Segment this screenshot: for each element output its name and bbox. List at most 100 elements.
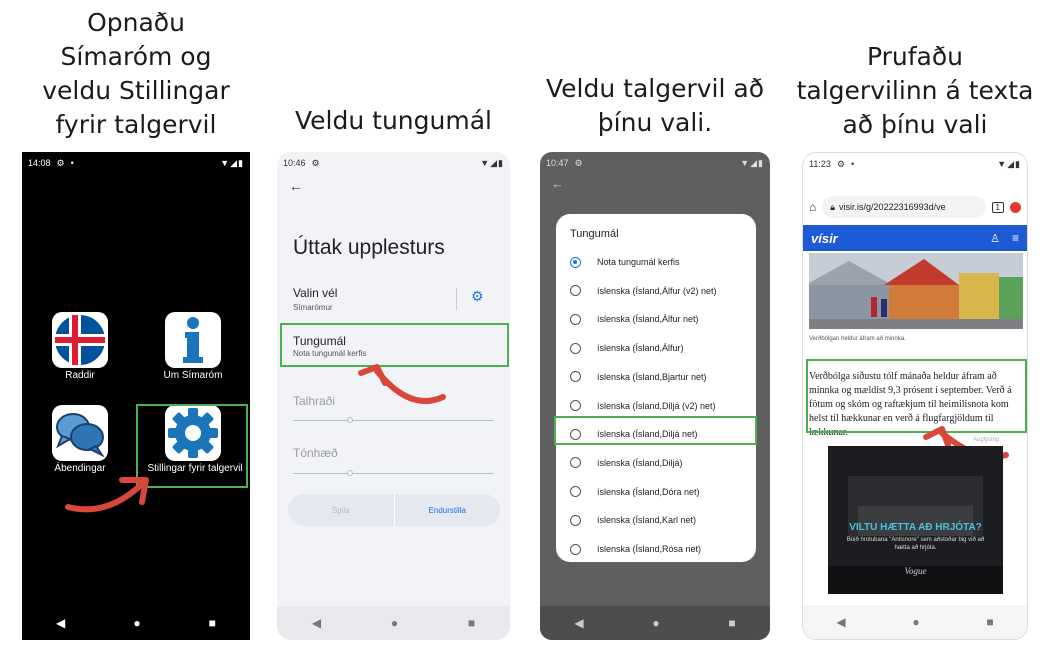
back-arrow-icon[interactable]: ←: [551, 176, 564, 191]
language-option[interactable]: íslenska (Ísland,Karl net): [570, 506, 750, 534]
menu-icon[interactable]: [1010, 201, 1021, 213]
language-option[interactable]: íslenska (Ísland,Dóra net): [570, 478, 750, 506]
dot-icon: •: [70, 158, 74, 168]
dialog-title: Tungumál: [570, 228, 619, 240]
status-bar: 14:08 ⚙ • ▼◢▮: [22, 152, 250, 174]
site-header: vísir ♙ ≡: [803, 225, 1027, 251]
iceland-flag-icon: [55, 315, 105, 365]
recents-icon[interactable]: ■: [986, 615, 993, 629]
dot-icon: •: [850, 159, 855, 169]
reset-button[interactable]: Endurstilla: [395, 494, 501, 526]
radio-button[interactable]: [570, 256, 581, 268]
caption-line: Veldu talgervil að: [546, 74, 764, 103]
home-icon[interactable]: ●: [391, 616, 398, 630]
page-title: Úttak upplesturs: [293, 236, 445, 259]
pitch-slider[interactable]: [293, 470, 494, 476]
language-option-label: íslenska (Ísland,Bjartur net): [597, 371, 707, 382]
back-icon[interactable]: ◀: [56, 616, 65, 630]
radio-button[interactable]: [570, 342, 581, 354]
engine-label[interactable]: Valin vél: [293, 286, 337, 300]
language-option-label: íslenska (Ísland,Dóra net): [597, 486, 700, 497]
status-time: 11:23: [809, 159, 831, 169]
radio-button[interactable]: [570, 543, 581, 555]
language-option[interactable]: íslenska (Ísland,Álfur net): [570, 305, 750, 333]
radio-button[interactable]: [570, 486, 581, 498]
language-option[interactable]: íslenska (Ísland,Bjartur net): [570, 363, 750, 391]
url-bar[interactable]: 🔒︎ visir.is/g/20222316993d/ve: [822, 196, 986, 218]
language-option[interactable]: íslenska (Ísland,Álfur): [570, 334, 750, 362]
language-option[interactable]: íslenska (Ísland,Diljá): [570, 449, 750, 477]
language-option[interactable]: Nota tungumál kerfis: [570, 248, 750, 276]
nav-bar: ◀ ● ■: [22, 606, 250, 640]
gear-icon: ⚙: [311, 157, 320, 168]
home-icon[interactable]: ●: [133, 616, 140, 630]
highlight-box: [554, 416, 757, 445]
status-time: 10:46: [283, 158, 306, 168]
language-option-label: Nota tungumál kerfis: [597, 257, 680, 267]
ad-brand: Vogue: [904, 566, 927, 576]
gear-icon: ⚙: [836, 158, 845, 169]
caption-step4: Prufaðu talgervilinn á texta að þínu val…: [790, 40, 1040, 142]
caption-line: Opnaðu: [87, 8, 185, 37]
caption-line: Prufaðu: [866, 42, 964, 71]
language-option-label: íslenska (Ísland,Karl net): [597, 515, 697, 526]
info-icon: [183, 317, 203, 363]
caption-line: að þínu vali: [842, 110, 988, 139]
signal-battery-icon: ▼◢▮: [740, 157, 764, 168]
back-icon[interactable]: ◀: [574, 616, 583, 630]
nav-bar: ◀ ● ■: [803, 605, 1027, 639]
radio-button[interactable]: [570, 371, 581, 383]
phone-screen-browser: 11:23 ⚙ • ▼◢▮ ⌂ 🔒︎ visir.is/g/2022231699…: [802, 152, 1028, 640]
pitch-label: Tónhæð: [293, 446, 338, 460]
recents-icon[interactable]: ■: [728, 616, 735, 630]
speed-slider[interactable]: [293, 417, 494, 423]
back-icon[interactable]: ◀: [836, 615, 845, 629]
recents-icon[interactable]: ■: [468, 616, 475, 630]
arrow-pointer: [358, 364, 446, 404]
phone-screen-home: 14:08 ⚙ • ▼◢▮ Raddir Um Símaróm Ábending…: [22, 152, 250, 640]
divider: [456, 288, 457, 310]
nav-bar: ◀ ● ■: [277, 606, 510, 640]
app-label-raddir: Raddir: [65, 370, 95, 381]
status-bar: 11:23 ⚙ • ▼◢▮: [803, 153, 1027, 175]
hamburger-menu-icon[interactable]: ≡: [1012, 231, 1019, 245]
abendingar-app-icon[interactable]: [52, 405, 108, 461]
raddir-app-icon[interactable]: [52, 312, 108, 368]
radio-button[interactable]: [570, 400, 581, 411]
engine-settings-gear-icon[interactable]: ⚙: [471, 288, 484, 305]
back-arrow-icon[interactable]: ←: [289, 178, 303, 194]
caption-line: þínu vali.: [597, 108, 713, 137]
status-bar: 10:46 ⚙ ▼◢▮: [277, 152, 510, 174]
tab-count-button[interactable]: 1: [991, 201, 1004, 213]
language-option-label: íslenska (Ísland,Álfur (v2) net): [597, 285, 717, 296]
gear-icon: ⚙: [56, 157, 65, 168]
play-button[interactable]: Spila: [288, 494, 395, 526]
um-simarom-app-icon[interactable]: [165, 312, 221, 368]
home-icon[interactable]: ⌂: [809, 200, 816, 214]
language-option-label: íslenska (Ísland,Álfur): [597, 343, 684, 354]
status-time: 10:47: [546, 158, 569, 168]
arrow-pointer: [65, 477, 149, 513]
caption-line: Veldu tungumál: [295, 106, 492, 135]
button-group: Spila Endurstilla: [288, 494, 500, 526]
site-logo[interactable]: vísir: [811, 231, 838, 246]
recents-icon[interactable]: ■: [209, 616, 216, 630]
home-icon[interactable]: ●: [652, 616, 659, 630]
radio-button[interactable]: [570, 313, 581, 325]
ad-banner[interactable]: VILTU HÆTTA AÐ HRJÓTA? Búið hrotubana "A…: [828, 446, 1003, 594]
home-icon[interactable]: ●: [912, 615, 919, 629]
app-label-um-simarom: Um Símaróm: [163, 370, 223, 381]
language-option-label: íslenska (Ísland,Diljá): [597, 457, 683, 468]
language-option[interactable]: íslenska (Ísland,Rósa net): [570, 535, 750, 563]
article-photo: [809, 253, 1023, 329]
user-icon[interactable]: ♙: [990, 232, 1000, 245]
radio-button[interactable]: [570, 457, 581, 469]
radio-button[interactable]: [570, 514, 581, 526]
language-option-label: íslenska (Ísland,Diljá (v2) net): [597, 400, 716, 411]
language-option[interactable]: íslenska (Ísland,Álfur (v2) net): [570, 277, 750, 305]
radio-button[interactable]: [570, 285, 581, 297]
back-icon[interactable]: ◀: [312, 616, 321, 630]
signal-battery-icon: ▼◢▮: [997, 158, 1021, 169]
ad-body: Búið hrotubana "Antisnore" sem aðstoðar …: [846, 537, 985, 551]
engine-value: Símarómur: [293, 303, 333, 312]
